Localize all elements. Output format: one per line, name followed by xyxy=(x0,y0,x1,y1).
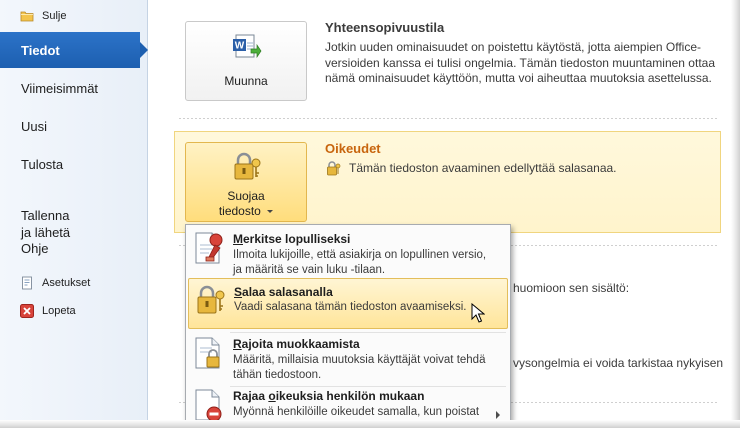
convert-button-label: Muunna xyxy=(224,74,268,88)
menu-title-rest: alaa salasanalla xyxy=(242,285,333,299)
nav-item-save-send-label: Tallenna ja lähetä xyxy=(21,208,71,240)
menu-item-encrypt-password[interactable]: Salaa salasanalla Vaadi salasana tämän t… xyxy=(188,278,508,329)
menu-item-restrict-title: Rajoita muokkaamista xyxy=(233,337,360,351)
nav-options-label: Asetukset xyxy=(42,277,91,289)
section-divider xyxy=(179,118,719,119)
accelerator-key: R xyxy=(233,337,242,351)
menu-item-mark-final-title: Merkitse lopulliseksi xyxy=(233,232,350,246)
permissions-status-text: Tämän tiedoston avaaminen edellyttää sal… xyxy=(349,161,617,175)
nav-exit-label: Lopeta xyxy=(42,305,76,317)
nav-item-info[interactable]: Tiedot xyxy=(0,32,148,68)
menu-title-rest: ajoita muokkaamista xyxy=(241,337,360,351)
submenu-arrow-icon xyxy=(496,411,500,419)
protect-document-label-2: tiedosto xyxy=(218,204,261,218)
permission-lock-small-icon xyxy=(325,160,341,176)
protect-document-menu: Merkitse lopulliseksi Ilmoita lukijoille… xyxy=(185,224,511,424)
menu-item-encrypt-title: Salaa salasanalla xyxy=(234,285,333,299)
window-shadow-right xyxy=(731,0,740,428)
compat-body: Jotkin uuden ominaisuudet on poistettu k… xyxy=(325,40,715,85)
protect-document-label-1: Suojaa xyxy=(227,189,265,203)
nav-item-new-label: Uusi xyxy=(21,119,48,134)
inspect-fragment: huomioon sen sisältö: xyxy=(513,281,630,295)
menu-item-restrict-desc: Määritä, millaisia muutoksia käyttäjät v… xyxy=(233,354,486,381)
nav-item-save-send[interactable]: Tallenna ja lähetä xyxy=(0,190,148,241)
backstage-nav: Sulje Tiedot Viimeisimmät Uusi Tulosta T… xyxy=(0,0,148,420)
nav-item-recent[interactable]: Viimeisimmät xyxy=(0,80,148,97)
document-restrict-icon xyxy=(192,388,226,422)
folder-close-icon xyxy=(20,9,34,23)
stamp-icon xyxy=(192,231,226,265)
nav-item-help-label: Ohje xyxy=(21,241,49,256)
nav-item-print[interactable]: Tulosta xyxy=(0,156,148,173)
menu-title-rest: ikeuksia henkilön mukaan xyxy=(275,389,425,403)
menu-item-restrict-editing[interactable]: Rajoita muokkaamista Määritä, millaisia … xyxy=(186,331,510,388)
nav-close-label: Sulje xyxy=(42,10,67,22)
nav-item-help[interactable]: Ohje xyxy=(0,240,148,257)
dropdown-triangle-icon xyxy=(267,210,274,214)
nav-item-print-label: Tulosta xyxy=(21,157,64,172)
lock-key-icon xyxy=(193,283,227,317)
compat-check-fragment: vysongelmia ei voida tarkistaa nykyisen xyxy=(513,356,724,370)
convert-button[interactable]: W Muunna xyxy=(185,21,307,101)
menu-item-by-person-title: Rajaa oikeuksia henkilön mukaan xyxy=(233,389,424,403)
menu-item-restrict-by-person[interactable]: Rajaa oikeuksia henkilön mukaan Myönnä h… xyxy=(186,383,510,423)
menu-title-prefix: Rajaa xyxy=(233,389,269,403)
document-lock-icon xyxy=(192,336,226,370)
nav-item-new[interactable]: Uusi xyxy=(0,118,148,135)
lock-key-icon xyxy=(230,151,264,183)
menu-item-by-person-desc: Myönnä henkilöille oikeudet samalla, kun… xyxy=(233,406,480,418)
nav-item-info-label: Tiedot xyxy=(21,42,60,58)
menu-item-mark-final-desc: Ilmoita lukijoille, että asiakirja on lo… xyxy=(233,249,487,276)
accelerator-key: o xyxy=(268,389,276,403)
nav-item-recent-label: Viimeisimmät xyxy=(21,81,99,96)
mouse-cursor-icon xyxy=(471,302,486,323)
permissions-title: Oikeudet xyxy=(325,141,381,156)
exit-x-icon xyxy=(20,304,34,318)
nav-options[interactable]: Asetukset xyxy=(20,273,90,293)
menu-item-mark-final[interactable]: Merkitse lopulliseksi Ilmoita lukijoille… xyxy=(186,226,510,283)
options-document-icon xyxy=(20,276,34,290)
accelerator-key: M xyxy=(233,232,243,246)
window-shadow-bottom xyxy=(0,420,740,428)
permissions-status-row: Tämän tiedoston avaaminen edellyttää sal… xyxy=(325,160,617,176)
nav-exit[interactable]: Lopeta xyxy=(20,301,76,321)
nav-close[interactable]: Sulje xyxy=(20,6,66,26)
convert-word-icon: W xyxy=(232,32,262,62)
protect-document-label-row2: tiedosto xyxy=(186,204,306,218)
compat-title: Yhteensopivuustila xyxy=(325,20,445,35)
protect-document-button[interactable]: Suojaa tiedosto xyxy=(185,142,307,222)
backstage-window: Sulje Tiedot Viimeisimmät Uusi Tulosta T… xyxy=(0,0,740,428)
accelerator-key: S xyxy=(234,285,243,299)
menu-item-encrypt-desc: Vaadi salasana tämän tiedoston avaamisek… xyxy=(234,301,467,313)
svg-text:W: W xyxy=(235,41,245,52)
menu-title-rest: erkitse lopulliseksi xyxy=(243,232,351,246)
